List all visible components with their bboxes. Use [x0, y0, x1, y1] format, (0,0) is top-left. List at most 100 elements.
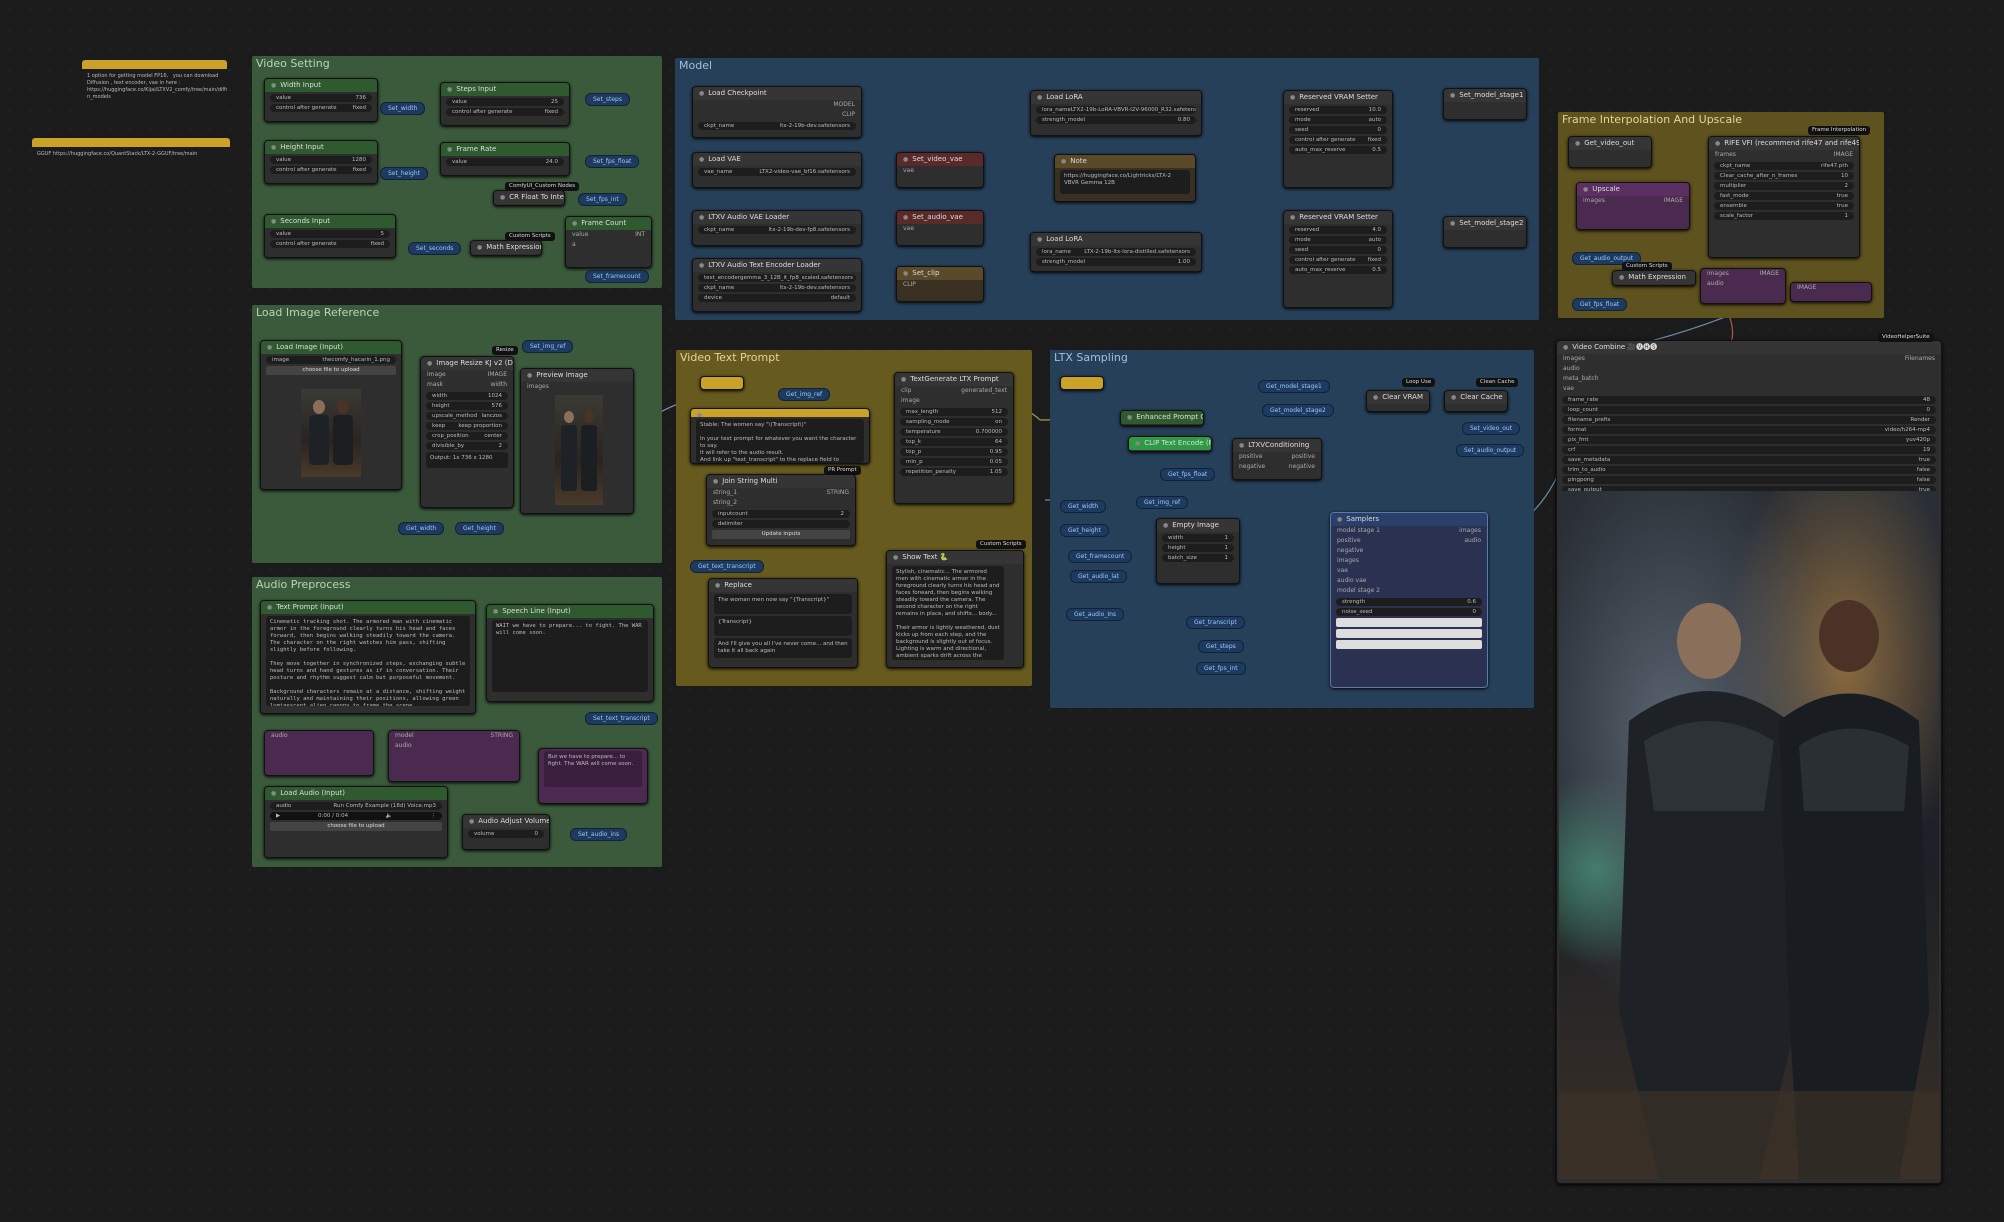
math-expression-node[interactable]: Math Expression [470, 240, 542, 256]
audio-vae-loader-node[interactable]: LTXV Audio VAE Loader ckpt_nameltx-2-19b… [692, 210, 862, 246]
device-widget[interactable]: device default [698, 294, 856, 302]
get-audio-ins-node[interactable]: Get_audio_Ins [1066, 608, 1125, 621]
lora2-loader-node[interactable]: Load LoRA lora_nameLTX-2-19b-ltx-lora-di… [1030, 232, 1202, 272]
get-framecount-node[interactable]: Get_framecount [1068, 550, 1133, 563]
audio-player[interactable]: ▶ 0:00 / 0:04 🔈 ⋮ [270, 812, 442, 820]
height-value-widget[interactable]: value 1280 [270, 156, 372, 164]
load-audio-node[interactable]: Load Audio (Input) audioRun Comfy Exampl… [264, 786, 448, 858]
empty-image-node[interactable]: Empty Image width1 height1 batch_size1 [1156, 518, 1240, 584]
model-note-node[interactable]: Note https://huggingface.co/Lightricks/L… [1054, 154, 1196, 202]
fps-value-widget[interactable]: value 24.0 [446, 158, 564, 166]
clear-cache-widget[interactable]: Clear_cache_after_n_frames 10 [1714, 172, 1854, 180]
math-expression-node[interactable]: Math Expression [1612, 270, 1696, 286]
get-width-node[interactable]: Get_width [398, 522, 445, 535]
video-combine-node[interactable]: Video Combine 🎥🅥🅗🅢 imagesFilenames audio… [1556, 340, 1942, 1184]
text-encoder-widget[interactable]: text_encoder gemma_3_12B_it_fp8_scaled.sa… [698, 274, 856, 282]
control-widget[interactable]: control after generate fixed [270, 240, 390, 248]
steps-input-node[interactable]: Steps Input value25 control after genera… [440, 82, 570, 126]
text-generate-ltx-node[interactable]: TextGenerate LTX Prompt clipgenerated_te… [894, 372, 1014, 504]
frame-output-node[interactable]: images IMAGE audio [1700, 268, 1786, 304]
load-checkpoint-node[interactable]: Load Checkpoint MODEL CLIP ckpt_nameltx-… [692, 86, 862, 138]
ckpt-widget[interactable]: ckpt_name rife47.pth [1714, 162, 1854, 170]
set-fps-int-node[interactable]: Set_fps_int [578, 193, 627, 206]
show-text-node[interactable]: Show Text 🐍 Stylish, cinematic... The ar… [886, 550, 1024, 668]
load-image-node[interactable]: Load Image (Input) imagethecomfy_hacarin… [260, 340, 402, 490]
get-text-transcript-node[interactable]: Get_text_transcript [690, 560, 764, 573]
steps-value-widget[interactable]: value 25 [446, 98, 564, 106]
replace-string-a[interactable]: The woman men now say "{Transcript}" [714, 594, 852, 614]
load-vae-node[interactable]: Load VAE vae_nameLTX2-video-vae_bf16.saf… [692, 152, 862, 188]
update-inputs-button[interactable]: Update inputs [712, 530, 850, 539]
set-model-stage1-node[interactable]: Set_model_stage1 [1443, 88, 1527, 120]
get-video-out-node[interactable]: Get_video_out [1568, 136, 1652, 168]
set-steps-node[interactable]: Set_steps [585, 93, 630, 106]
frame-rate-node[interactable]: Frame Rate value24.0 [440, 142, 570, 176]
set-video-out-node[interactable]: Set_video_out [1462, 422, 1521, 435]
reserved-vram2-node[interactable]: Reserved VRAM Setter reserved4.0 modeaut… [1283, 210, 1393, 308]
text-encoder-loader-node[interactable]: LTXV Audio Text Encoder Loader text_enco… [692, 258, 862, 312]
get-fps-float-node[interactable]: Get_fps_float [1572, 298, 1628, 311]
clear-cache-node[interactable]: Clear Cache [1444, 390, 1508, 412]
replace-string-c[interactable]: And I'll give you all I've never come...… [714, 638, 852, 658]
set-video-vae-node[interactable]: Set_video_vae vae [896, 152, 984, 188]
set-height-node[interactable]: Set_height [380, 167, 428, 180]
frame-rate-widget[interactable]: frame_rate 48 [1562, 396, 1936, 404]
audio-adjust-volume-node[interactable]: Audio Adjust Volume volume0 [462, 814, 550, 850]
lora2-strength-widget[interactable]: strength_model 1.00 [1036, 258, 1196, 266]
rife-vfi-node[interactable]: RIFE VFI (recommend rife47 and rife49) f… [1708, 136, 1860, 258]
prompt-primitive-node[interactable] [700, 376, 744, 390]
replace-node[interactable]: Replace The woman men now say "{Transcri… [708, 578, 858, 668]
clip-text-encode-node[interactable]: CLIP Text Encode (Prompt) [1128, 436, 1212, 452]
preview-image-node[interactable]: Preview Image images [520, 368, 634, 514]
set-fps-float-node[interactable]: Set_fps_float [585, 155, 640, 168]
vae-name-widget[interactable]: vae_name LTX2-video-vae_bf16.safetensors [698, 168, 856, 176]
set-text-transcript-node[interactable]: Set_text_transcript [585, 712, 658, 725]
set-model-stage2-node[interactable]: Set_model_stage2 [1443, 216, 1527, 248]
speech-line-node[interactable]: Speech Line (Input) WAIT we have to prep… [486, 604, 654, 702]
lora2-name-widget[interactable]: lora_name LTX-2-19b-ltx-lora-distilled.sa… [1036, 248, 1196, 256]
frame-preview-node[interactable]: IMAGE [1790, 282, 1872, 302]
multiplier-widget[interactable]: multiplier 2 [1714, 182, 1854, 190]
control-widget[interactable]: control after generate fixed [270, 104, 372, 112]
join-string-multi-node[interactable]: Join String Multi string_1STRING string_… [706, 474, 856, 546]
get-width-node[interactable]: Get_width [1060, 500, 1107, 513]
enhanced-prompt-node[interactable]: Enhanced Prompt Offset [1120, 410, 1204, 426]
reserved-vram-node[interactable]: Reserved VRAM Setter reserved10.0 modeau… [1283, 90, 1393, 188]
set-audio-output-node[interactable]: Set_audio_output [1456, 444, 1525, 457]
choose-audio-button[interactable]: choose file to upload [270, 822, 442, 831]
set-seconds-node[interactable]: Set_seconds [408, 242, 462, 255]
speech-textarea[interactable]: WAIT we have to prepare... to fight. The… [492, 620, 648, 692]
get-img-ref-node[interactable]: Get_img_ref [778, 388, 831, 401]
volume-icon[interactable]: 🔈 [386, 812, 393, 820]
prompt-note-node[interactable]: Stable: The women say "\(Transcript\)" I… [690, 408, 870, 464]
audio-file-widget[interactable]: audio Run Comfy Example (18d) Voice.mp3 [270, 802, 442, 810]
image-upscale-node[interactable]: Upscale imagesIMAGE [1576, 182, 1690, 230]
lora-loader-node[interactable]: Load LoRA lora_nameLTX2-19b-LoRA-VBVR-I2… [1030, 90, 1202, 136]
ltxv-conditioning-node[interactable]: LTXVConditioning positivepositive negati… [1232, 438, 1322, 480]
get-height-node[interactable]: Get_height [1060, 524, 1109, 537]
samplers-node[interactable]: Samplers model stage 1images positiveaud… [1330, 512, 1488, 688]
set-width-node[interactable]: Set_width [380, 102, 426, 115]
get-img-ref-node[interactable]: Get_img_ref [1136, 496, 1189, 509]
whisper-node[interactable]: audio [264, 730, 374, 776]
format-widget[interactable]: format video/h264-mp4 [1562, 426, 1936, 434]
pix-fmt-widget[interactable]: pix_fmt yuv420p [1562, 436, 1936, 444]
get-height-node[interactable]: Get_height [455, 522, 504, 535]
control-widget[interactable]: control after generate fixed [446, 108, 564, 116]
audio-vae-widget[interactable]: ckpt_name ltx-2-19b-dev-fp8.safetensors [698, 226, 856, 234]
clear-vram-node[interactable]: Clear VRAM [1366, 390, 1430, 412]
seconds-value-widget[interactable]: value 5 [270, 230, 390, 238]
set-img-ref-node[interactable]: Set_img_ref [522, 340, 574, 353]
set-clip-node[interactable]: Set_clip CLIP [896, 266, 984, 302]
cr-float-to-int-node[interactable]: CR Float To Integer [493, 190, 565, 206]
height-input-node[interactable]: Height Input value1280 control after gen… [264, 140, 378, 184]
get-seed-node[interactable]: Get_fps_float [1160, 468, 1216, 481]
set-framecount-node[interactable]: Set_framecount [585, 270, 649, 283]
set-audio-vae-node[interactable]: Set_audio_vae vae [896, 210, 984, 246]
choose-file-button[interactable]: choose file to upload [266, 366, 396, 375]
get-fps-int-node[interactable]: Get_fps_int [1196, 662, 1246, 675]
control-widget[interactable]: control after generate fixed [270, 166, 372, 174]
prompt-textarea[interactable]: Cinematic tracking shot. The armored man… [266, 616, 470, 706]
lora-name-widget[interactable]: lora_name LTX2-19b-LoRA-VBVR-I2V-96000_R3… [1036, 106, 1196, 114]
transcribe-node[interactable]: model STRING audio [388, 730, 520, 782]
